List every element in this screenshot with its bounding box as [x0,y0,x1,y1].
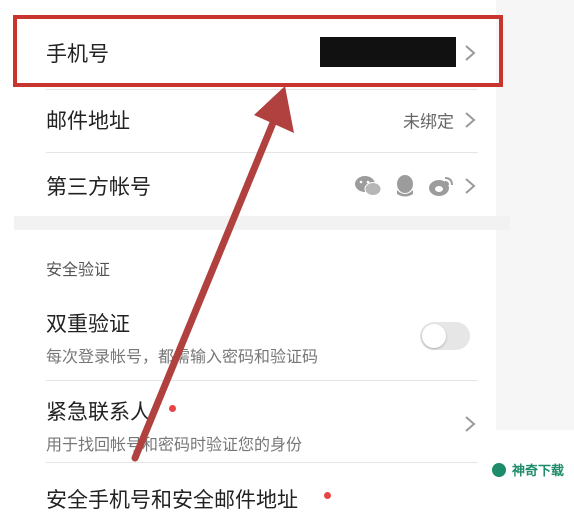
watermark: 神奇下载 [491,460,564,479]
account-security-screen: 手机号 邮件地址 未绑定 第三方帐号 安全验证 双重验证 每次登录帐号，都需输入… [0,0,574,512]
watermark-logo-icon [491,462,506,477]
watermark-text: 神奇下载 [511,464,564,479]
annotation-arrow [131,86,294,462]
